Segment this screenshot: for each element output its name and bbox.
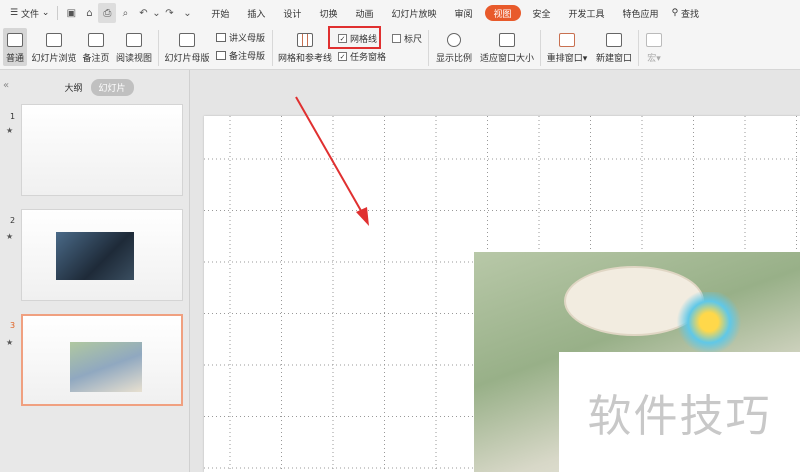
wps-presentation-window: ☰ 文件 ⌄ ▣ ⌂ ⎙ ⌕ ↶ ⌄ ↷ ⌄ 开始 插入 设计 切换 动画 幻灯… (0, 0, 800, 472)
watermark-box: 软件技巧 (559, 352, 800, 472)
watermark-text: 软件技巧 (587, 391, 772, 442)
